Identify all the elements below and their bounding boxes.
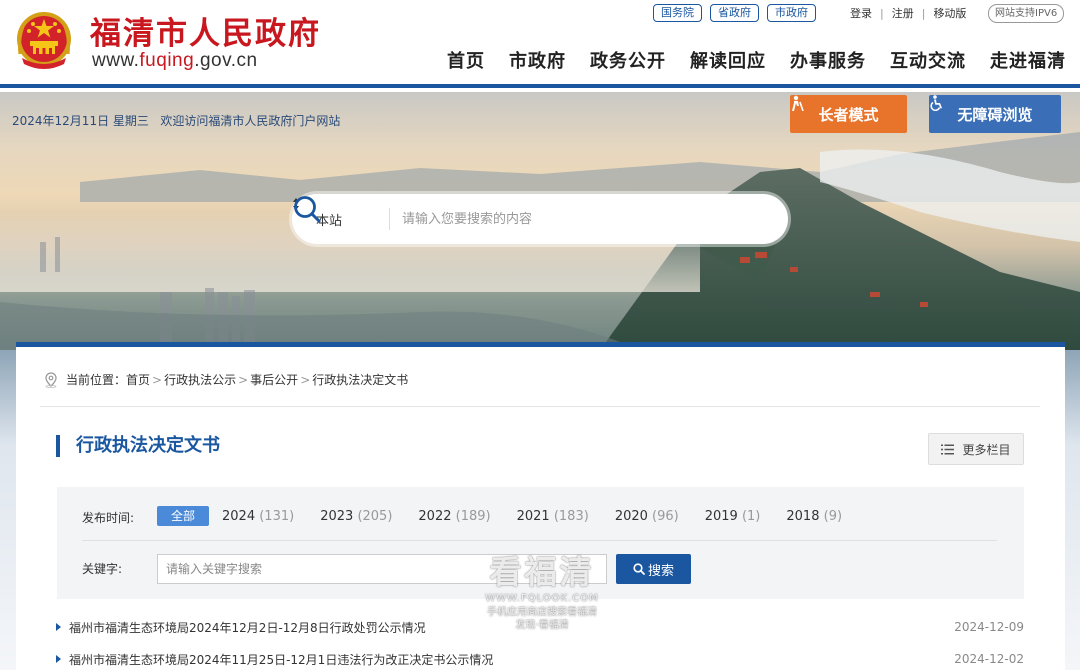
breadcrumb-post-disclosure[interactable]: 事后公开 bbox=[250, 371, 298, 388]
wheelchair-icon bbox=[930, 95, 942, 111]
breadcrumb-separator: > bbox=[152, 372, 163, 387]
list-item-date: 2024-12-02 bbox=[954, 652, 1024, 666]
user-links: 登录 | 注册 | 移动版 bbox=[850, 5, 966, 21]
year-filter-item[interactable]: 2020 (96) bbox=[615, 509, 679, 524]
hero-banner: 2024年12月11日 星期三 欢迎访问福清市人民政府门户网站 长者模式 无障碍… bbox=[0, 92, 1080, 350]
nav-about-fuqing[interactable]: 走进福清 bbox=[990, 47, 1066, 73]
keyword-search-button[interactable]: 搜索 bbox=[616, 554, 691, 584]
year-filter-item[interactable]: 2018 (9) bbox=[786, 509, 842, 524]
welcome-bar: 2024年12月11日 星期三 欢迎访问福清市人民政府门户网站 bbox=[12, 112, 340, 129]
year-count: (183) bbox=[553, 508, 589, 524]
nav-interaction[interactable]: 互动交流 bbox=[890, 47, 966, 73]
year-count: (96) bbox=[652, 508, 679, 524]
nav-city-gov[interactable]: 市政府 bbox=[509, 47, 566, 73]
breadcrumb-current[interactable]: 行政执法决定文书 bbox=[312, 371, 408, 388]
year-count: (9) bbox=[823, 508, 843, 524]
welcome-text: 欢迎访问福清市人民政府门户网站 bbox=[160, 114, 341, 128]
nav-home[interactable]: 首页 bbox=[447, 47, 485, 73]
year-value: 2021 bbox=[516, 508, 550, 524]
site-url-suffix: .gov.cn bbox=[194, 50, 258, 71]
year-value: 2020 bbox=[614, 508, 648, 524]
more-columns-label: 更多栏目 bbox=[962, 442, 1011, 457]
elder-mode-label: 长者模式 bbox=[818, 105, 879, 124]
year-filter: 全部 2024 (131) 2023 (205) 2022 (189) 2021… bbox=[157, 506, 868, 526]
breadcrumb-enforcement[interactable]: 行政执法公示 bbox=[164, 371, 236, 388]
bullet-triangle-icon bbox=[56, 655, 61, 663]
breadcrumb-separator: > bbox=[238, 372, 249, 387]
site-header: 福清市人民政府 www.fuqing.gov.cn 国务院 省政府 市政府 登录… bbox=[0, 0, 1080, 88]
list-item-title[interactable]: 福州市福清生态环境局2024年11月25日-12月1日违法行为改正决定书公示情况 bbox=[69, 651, 493, 668]
breadcrumb-home[interactable]: 首页 bbox=[126, 371, 150, 388]
year-filter-item[interactable]: 2024 (131) bbox=[222, 509, 294, 524]
search-icon[interactable] bbox=[292, 194, 322, 224]
year-filter-item[interactable]: 2023 (205) bbox=[320, 509, 392, 524]
search-divider bbox=[389, 208, 390, 230]
year-value: 2019 bbox=[704, 508, 738, 524]
year-value: 2024 bbox=[222, 508, 256, 524]
mobile-link[interactable]: 移动版 bbox=[933, 5, 966, 21]
current-date: 2024年12月11日 星期三 bbox=[12, 114, 149, 128]
link-city-gov[interactable]: 市政府 bbox=[767, 4, 816, 22]
link-provincial-gov[interactable]: 省政府 bbox=[710, 4, 759, 22]
year-count: (205) bbox=[357, 508, 393, 524]
section-title: 行政执法决定文书 bbox=[56, 435, 220, 457]
keyword-input[interactable] bbox=[157, 554, 607, 584]
site-title[interactable]: 福清市人民政府 bbox=[90, 8, 321, 53]
top-links: 国务院 省政府 市政府 bbox=[653, 4, 816, 22]
year-value: 2023 bbox=[320, 508, 354, 524]
year-value: 2018 bbox=[786, 508, 820, 524]
national-emblem-icon[interactable] bbox=[14, 10, 74, 72]
main-nav: 首页 市政府 政务公开 解读回应 办事服务 互动交流 走进福清 bbox=[447, 47, 1066, 73]
year-filter-item[interactable]: 2021 (183) bbox=[517, 509, 589, 524]
document-list: 福州市福清生态环境局2024年12月2日-12月8日行政处罚公示情况 2024-… bbox=[56, 611, 1024, 670]
nav-interpretation[interactable]: 解读回应 bbox=[690, 47, 766, 73]
year-filter-all[interactable]: 全部 bbox=[157, 506, 209, 526]
year-filter-item[interactable]: 2022 (189) bbox=[418, 509, 490, 524]
keyword-label: 关键字: bbox=[82, 562, 123, 576]
user-link-separator: | bbox=[921, 6, 926, 20]
login-link[interactable]: 登录 bbox=[850, 5, 872, 21]
year-count: (131) bbox=[259, 508, 295, 524]
bullet-triangle-icon bbox=[56, 623, 61, 631]
nav-gov-affairs[interactable]: 政务公开 bbox=[590, 47, 666, 73]
register-link[interactable]: 注册 bbox=[892, 5, 914, 21]
ipv6-badge: 网站支持IPV6 bbox=[988, 4, 1065, 23]
list-item[interactable]: 福州市福清生态环境局2024年11月25日-12月1日违法行为改正决定书公示情况… bbox=[56, 643, 1024, 670]
keyword-search-label: 搜索 bbox=[647, 563, 674, 579]
list-icon bbox=[941, 444, 955, 454]
publish-time-label: 发布时间: bbox=[82, 511, 135, 525]
year-filter-item[interactable]: 2019 (1) bbox=[705, 509, 761, 524]
list-item-date: 2024-12-09 bbox=[954, 620, 1024, 634]
content-card: 当前位置： 首页 > 行政执法公示 > 事后公开 > 行政执法决定文书 行政执法… bbox=[16, 342, 1065, 670]
filter-panel: 发布时间: 全部 2024 (131) 2023 (205) 2022 (189… bbox=[57, 487, 1024, 599]
site-url-accent: fuqing bbox=[139, 50, 195, 71]
filter-divider bbox=[82, 540, 997, 541]
breadcrumb: 当前位置： 首页 > 行政执法公示 > 事后公开 > 行政执法决定文书 bbox=[44, 371, 408, 388]
location-pin-icon bbox=[45, 371, 57, 388]
link-state-council[interactable]: 国务院 bbox=[653, 4, 702, 22]
more-columns-button[interactable]: 更多栏目 bbox=[928, 433, 1024, 465]
year-value: 2022 bbox=[418, 508, 452, 524]
user-link-separator: | bbox=[880, 6, 884, 20]
accessible-browse-button[interactable]: 无障碍浏览 bbox=[929, 95, 1061, 133]
year-count: (189) bbox=[455, 508, 491, 524]
breadcrumb-separator: > bbox=[300, 372, 311, 387]
nav-services[interactable]: 办事服务 bbox=[790, 47, 866, 73]
year-count: (1) bbox=[741, 508, 761, 524]
breadcrumb-label: 当前位置： bbox=[66, 373, 127, 387]
breadcrumb-divider bbox=[40, 406, 1040, 407]
list-item[interactable]: 福州市福清生态环境局2024年12月2日-12月8日行政处罚公示情况 2024-… bbox=[56, 611, 1024, 643]
site-search-box: 本站 bbox=[292, 194, 788, 244]
elder-icon bbox=[792, 95, 804, 111]
site-search-input[interactable] bbox=[402, 207, 722, 231]
elder-mode-button[interactable]: 长者模式 bbox=[790, 95, 907, 133]
accessible-browse-label: 无障碍浏览 bbox=[957, 105, 1033, 124]
site-url: www.fuqing.gov.cn bbox=[92, 50, 258, 72]
site-url-prefix: www. bbox=[92, 50, 140, 71]
list-item-title[interactable]: 福州市福清生态环境局2024年12月2日-12月8日行政处罚公示情况 bbox=[69, 619, 426, 636]
search-icon bbox=[633, 563, 645, 575]
